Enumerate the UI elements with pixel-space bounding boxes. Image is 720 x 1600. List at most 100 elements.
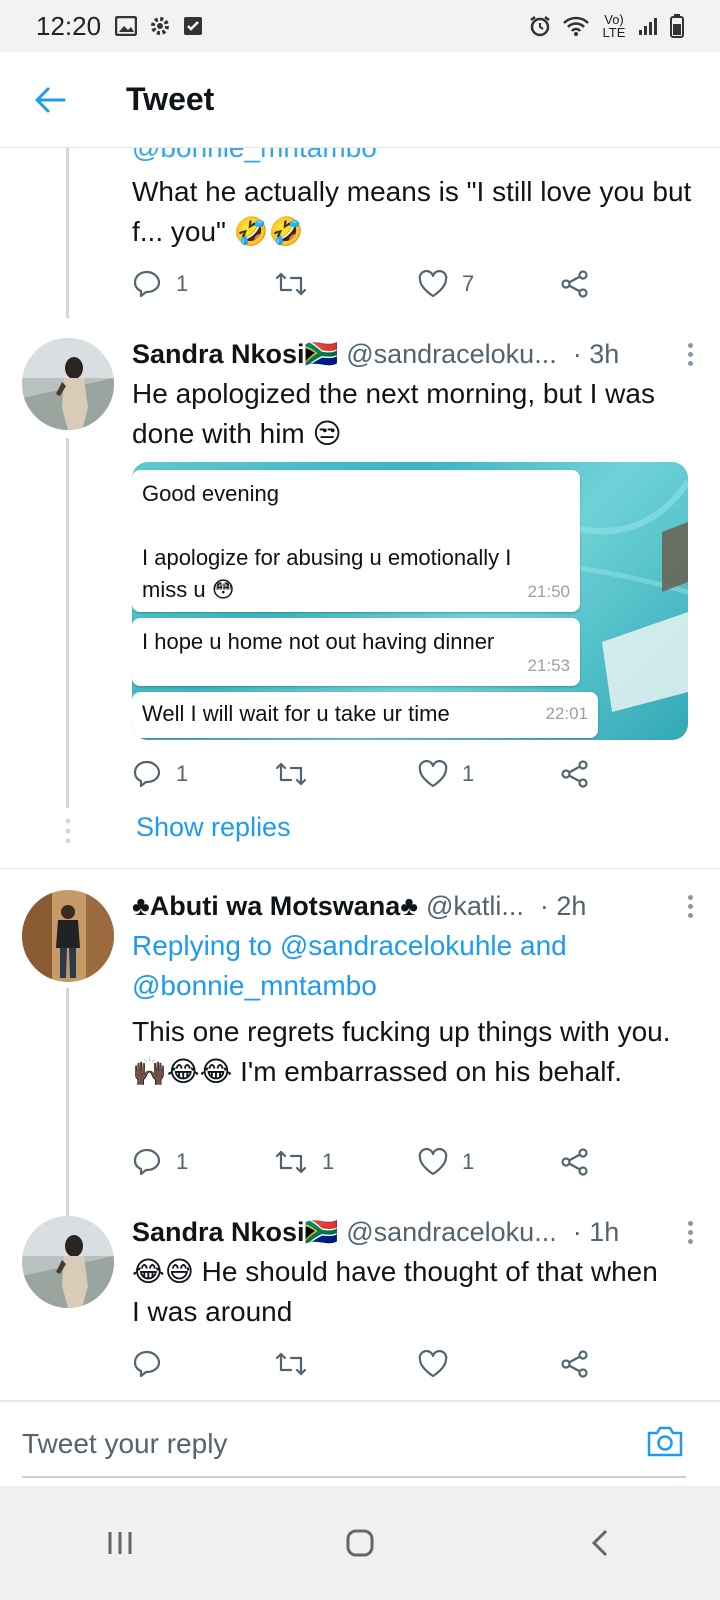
camera-icon [647,1426,683,1457]
retweet-count: 1 [322,1149,335,1174]
tweet-header: ♣Abuti wa Motswana♣ @katli... · 2h [132,888,700,924]
gallery-icon [115,16,138,36]
timestamp: · 2h [539,890,587,921]
back-button[interactable] [0,52,100,148]
signal-icon [639,18,657,35]
app-header: Tweet [0,52,720,148]
retweet-icon [275,272,307,296]
share-icon [561,1350,588,1378]
retweet-button[interactable]: 1 [274,1149,334,1175]
reply-icon [133,1350,161,1378]
show-replies-link[interactable]: Show replies [136,812,291,843]
display-name[interactable]: Sandra Nkosi🇿🇦 [132,338,338,370]
reply-icon [133,760,161,788]
display-name[interactable]: Sandra Nkosi🇿🇦 [132,1216,338,1248]
tweet-text: This one regrets fucking up things with … [132,1016,671,1087]
reply-button[interactable]: 1 [132,1147,188,1177]
reply-button[interactable]: 1 [132,269,188,299]
tweet-text: 😂😅 He should have thought of that when I… [132,1256,658,1327]
reply-count: 1 [176,761,189,786]
replying-to-prefix: Replying to [132,930,280,961]
retweet-button[interactable] [274,1351,322,1377]
retweet-icon [275,1352,307,1376]
chat-time: 22:01 [545,704,588,723]
home-icon [346,1529,374,1557]
battery-icon [670,14,684,38]
reply-count: 1 [176,271,189,296]
status-bar: 12:20 Vo) LTE [0,0,720,52]
chat-bubble: Well I will wait for u take ur time 22:0… [132,692,598,738]
reply-icon [133,270,161,298]
reply-composer: Tweet your reply [0,1400,720,1486]
chevron-left-icon [591,1529,608,1557]
mention-link[interactable]: @sandracelokuhle [280,930,512,961]
tweet-actions: 1 7 [132,264,602,304]
chat-bubble-text: miss u 😳 [142,577,235,602]
tweet-actions [132,1344,602,1384]
like-count: 1 [462,1149,475,1174]
tweet-thread: @bonnie_mntambo What he actually means i… [0,148,720,1418]
status-time: 12:20 [36,10,102,41]
retweet-icon [275,1150,307,1174]
chat-time: 21:50 [527,582,570,601]
display-name[interactable]: ♣Abuti wa Motswana♣ [132,891,418,922]
heart-icon [418,1350,448,1378]
avatar[interactable] [22,1216,114,1308]
like-button[interactable] [418,1350,462,1378]
share-button[interactable] [560,1147,590,1177]
more-options-icon[interactable] [680,894,700,918]
thread-dots-icon [65,818,71,844]
replying-and: and [512,930,567,961]
heart-icon [418,270,448,298]
tweet-actions: 1 1 1 [132,1142,602,1182]
reply-button[interactable]: 1 [132,759,188,789]
tweet-image[interactable]: Good evening I apologize for abusing u e… [132,462,688,740]
share-button[interactable] [560,269,590,299]
reply-input[interactable]: Tweet your reply [22,1428,227,1460]
chat-bubble: Good evening I apologize for abusing u e… [132,470,580,612]
like-count: 1 [462,761,475,786]
avatar[interactable] [22,338,114,430]
mention-cut-off[interactable]: @bonnie_mntambo [132,148,377,168]
share-button[interactable] [560,759,590,789]
more-options-icon[interactable] [680,1220,700,1244]
recent-apps-button[interactable] [80,1503,160,1583]
handle[interactable]: @katli... [426,891,524,922]
like-button[interactable]: 1 [418,760,474,788]
retweet-button[interactable] [274,271,322,297]
reply-button[interactable] [132,1349,176,1379]
like-button[interactable]: 1 [418,1148,474,1176]
chat-time: 21:53 [527,656,570,675]
like-button[interactable]: 7 [418,270,474,298]
chat-bubble-text: I hope u home not out having dinner [142,629,495,654]
more-options-icon[interactable] [680,342,700,366]
timestamp: · 3h [572,338,620,369]
handle[interactable]: @sandraceloku... [346,1217,557,1248]
replying-to: Replying to @sandracelokuhle and @bonnie… [132,926,672,1006]
share-icon [561,270,588,298]
handle[interactable]: @sandraceloku... [346,339,557,370]
tweet-actions: 1 1 [132,754,602,794]
input-underline [22,1476,686,1478]
reply-icon [133,1148,161,1176]
share-button[interactable] [560,1349,590,1379]
thread-connector [66,438,69,808]
like-count: 7 [462,271,475,296]
home-button[interactable] [320,1503,400,1583]
retweet-button[interactable] [274,761,322,787]
system-back-button[interactable] [560,1503,640,1583]
recent-apps-icon [108,1532,132,1554]
checkbox-icon [184,17,203,35]
heart-icon [418,760,448,788]
chat-bubble: I hope u home not out having dinner 21:5… [132,618,580,686]
avatar[interactable] [22,890,114,982]
arrow-left-icon [35,87,66,112]
camera-button[interactable] [646,1424,684,1463]
thread-connector [66,148,69,318]
mention-link[interactable]: @bonnie_mntambo [132,970,377,1001]
alarm-icon [530,16,550,37]
reply-count: 1 [176,1149,189,1174]
timestamp: · 1h [572,1216,620,1247]
heart-icon [418,1148,448,1176]
tweet-header: Sandra Nkosi🇿🇦 @sandraceloku... · 3h [132,336,700,372]
